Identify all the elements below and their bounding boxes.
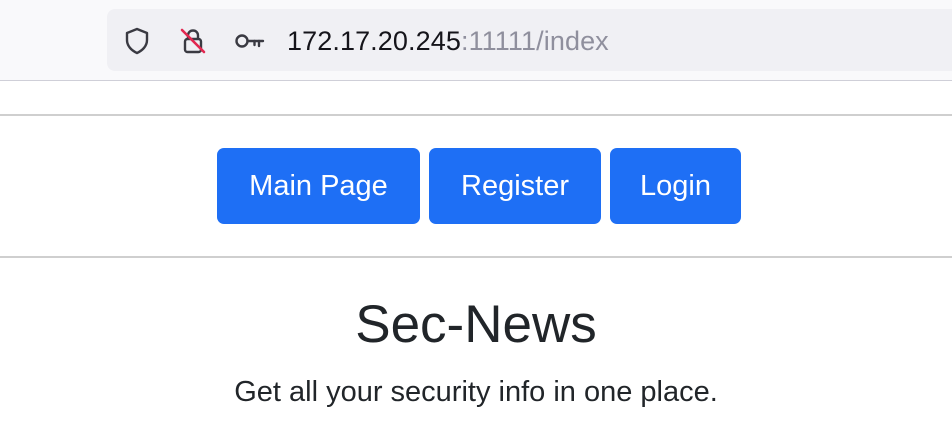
main-page-button[interactable]: Main Page — [217, 148, 420, 224]
shield-icon[interactable] — [121, 25, 153, 57]
insecure-lock-icon[interactable] — [177, 25, 209, 57]
address-bar[interactable]: 172.17.20.245:11111/index — [107, 9, 952, 71]
key-icon[interactable] — [234, 25, 266, 57]
register-button[interactable]: Register — [429, 148, 601, 224]
url-text[interactable]: 172.17.20.245:11111/index — [287, 23, 609, 59]
page-subtitle: Get all your security info in one place. — [234, 376, 718, 408]
top-divider — [0, 114, 952, 116]
page-title: Sec-News — [355, 295, 597, 354]
url-host: 172.17.20.245 — [287, 26, 461, 56]
browser-toolbar: 172.17.20.245:11111/index — [0, 0, 952, 81]
login-button[interactable]: Login — [610, 148, 741, 224]
url-path: :11111/index — [460, 26, 609, 56]
nav-divider — [0, 256, 952, 258]
